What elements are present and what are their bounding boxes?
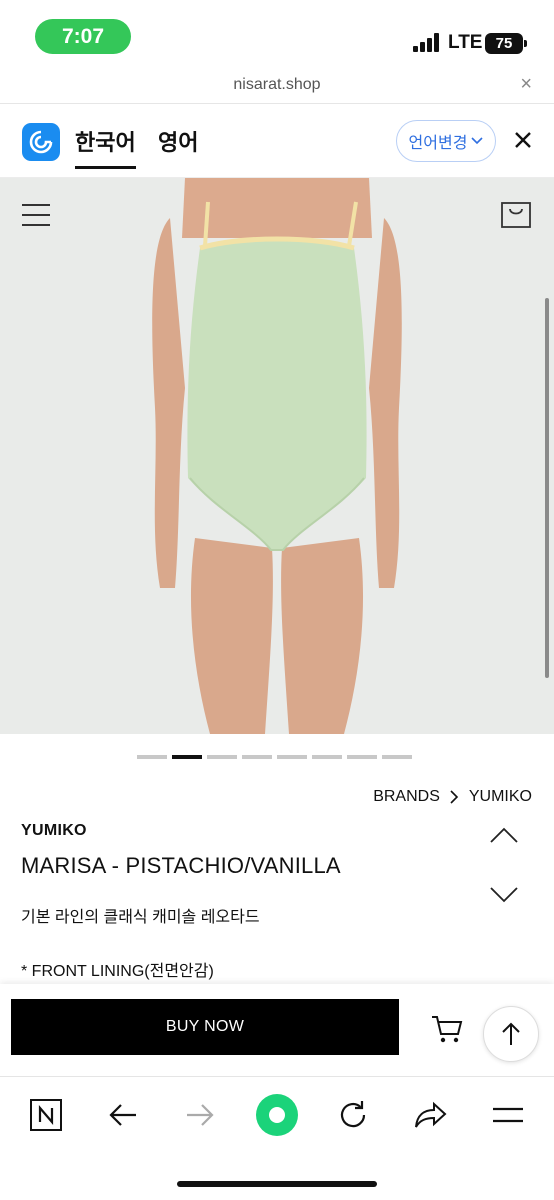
product-lining-note: * FRONT LINING(전면안감) (21, 963, 214, 980)
arrow-up-icon (502, 1022, 520, 1045)
more-menu-button[interactable] (488, 1095, 528, 1135)
page-scrollbar[interactable] (545, 298, 549, 678)
carousel-dot[interactable] (277, 755, 307, 759)
carousel-dot[interactable] (347, 755, 377, 759)
share-button[interactable] (410, 1095, 450, 1135)
url-bar[interactable]: nisarat.shop × (0, 68, 554, 104)
close-icon[interactable] (513, 130, 533, 150)
naver-icon (30, 1099, 62, 1131)
green-home-button[interactable] (255, 1093, 299, 1137)
url-text[interactable]: nisarat.shop (0, 76, 554, 94)
carousel-dot[interactable] (242, 755, 272, 759)
product-description: 기본 라인의 클래식 캐미솔 레오타드 (21, 909, 260, 926)
network-type: LTE (448, 32, 483, 53)
product-image[interactable] (0, 178, 554, 734)
status-bar: 7:07 LTE 75 (0, 0, 554, 68)
carousel-dot[interactable] (312, 755, 342, 759)
product-title: MARISA - PISTACHIO/VANILLA (21, 853, 341, 878)
url-close-icon[interactable]: × (520, 73, 532, 96)
chevron-down-icon (471, 137, 484, 145)
chevron-up-icon[interactable] (490, 826, 518, 844)
model-illustration (152, 178, 402, 734)
carousel-dot[interactable] (382, 755, 412, 759)
forward-button[interactable] (180, 1095, 220, 1135)
refresh-icon (340, 1101, 366, 1128)
buy-bar: BUY NOW (0, 984, 554, 1076)
change-language-label: 언어변경 (408, 135, 468, 152)
back-button[interactable] (103, 1095, 143, 1135)
browser-toolbar (0, 1076, 554, 1200)
carousel-dot-active[interactable] (172, 755, 202, 759)
refresh-button[interactable] (333, 1095, 373, 1135)
carousel-indicator[interactable] (137, 755, 412, 759)
share-icon (415, 1101, 447, 1128)
menu-icon[interactable] (22, 204, 50, 226)
chevron-right-icon (450, 790, 459, 804)
breadcrumb-current[interactable]: YUMIKO (469, 788, 532, 806)
home-indicator[interactable] (177, 1181, 377, 1187)
signal-icon (413, 33, 439, 52)
shopping-bag-icon[interactable] (501, 202, 531, 228)
battery-icon: 75 (485, 33, 527, 54)
translate-logo-icon (22, 123, 60, 161)
scroll-top-button[interactable] (483, 1006, 539, 1062)
naver-button[interactable] (26, 1095, 66, 1135)
status-time: 7:07 (35, 19, 131, 54)
carousel-dot[interactable] (137, 755, 167, 759)
battery-level: 75 (495, 35, 513, 52)
buy-now-button[interactable]: BUY NOW (11, 999, 399, 1055)
hamburger-icon (493, 1107, 523, 1123)
product-brand: YUMIKO (21, 822, 87, 839)
translate-bar: 한국어 영어 언어변경 (0, 104, 554, 178)
tab-korean[interactable]: 한국어 (75, 125, 136, 169)
arrow-left-icon (109, 1104, 136, 1126)
cart-icon[interactable] (431, 1014, 463, 1044)
breadcrumb-brands[interactable]: BRANDS (373, 788, 440, 806)
tab-english[interactable]: 영어 (158, 125, 198, 157)
arrow-right-icon (187, 1104, 214, 1126)
change-language-button[interactable]: 언어변경 (396, 120, 496, 162)
green-home-icon (256, 1094, 298, 1136)
carousel-dot[interactable] (207, 755, 237, 759)
chevron-down-icon[interactable] (490, 886, 518, 904)
breadcrumb: BRANDS YUMIKO (373, 788, 532, 806)
